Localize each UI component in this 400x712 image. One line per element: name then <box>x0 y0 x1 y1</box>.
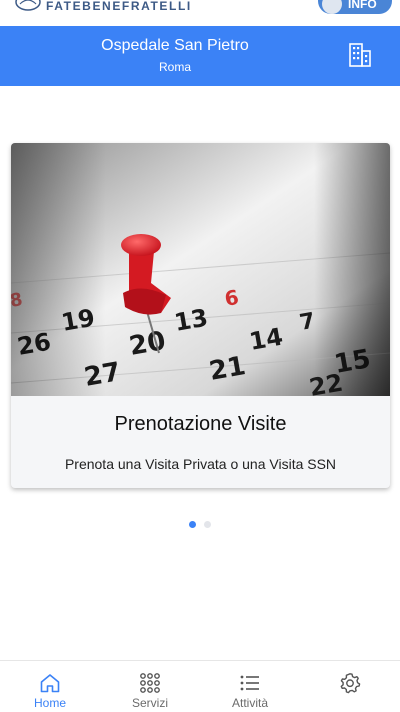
brand-name: FATEBENEFRATELLI <box>46 0 192 13</box>
grid-icon <box>140 673 160 693</box>
tab-servizi-label: Servizi <box>131 696 168 710</box>
hospital-city: Roma <box>158 60 191 74</box>
tab-settings[interactable] <box>300 661 400 712</box>
top-bar: FATEBENEFRATELLI INFO <box>0 0 400 26</box>
tab-home[interactable]: Home <box>0 661 100 712</box>
settings-icon <box>340 673 361 694</box>
brand-logo: FATEBENEFRATELLI <box>14 0 192 13</box>
pagination-dot[interactable] <box>204 521 211 528</box>
info-button[interactable]: INFO <box>318 0 392 14</box>
tab-servizi[interactable]: Servizi <box>100 661 200 712</box>
bottom-tab-bar: Home Servizi Attività <box>0 660 400 712</box>
card-description: Prenota una Visita Privata o una Visita … <box>64 456 337 472</box>
tab-attivita-label: Attività <box>231 696 268 710</box>
building-icon[interactable] <box>348 42 372 68</box>
brand-emblem-icon <box>15 0 41 11</box>
list-icon <box>240 675 259 691</box>
hospital-header: Ospedale San Pietro Roma <box>0 26 400 86</box>
info-label: INFO <box>348 0 377 11</box>
tab-home-label: Home <box>33 696 66 710</box>
calendar-pin-image: 19 13 7 26 20 14 27 21 15 6 8 22 <box>11 143 390 396</box>
avatar-icon <box>322 0 342 14</box>
booking-card[interactable]: 19 13 7 26 20 14 27 21 15 6 8 22 Prenota… <box>11 143 390 488</box>
pagination-dot-active[interactable] <box>189 521 196 528</box>
card-title: Prenotazione Visite <box>114 413 287 435</box>
carousel-pagination <box>0 521 400 528</box>
hospital-name: Ospedale San Pietro <box>101 37 249 54</box>
tab-attivita[interactable]: Attività <box>200 661 300 712</box>
home-icon <box>40 674 60 693</box>
